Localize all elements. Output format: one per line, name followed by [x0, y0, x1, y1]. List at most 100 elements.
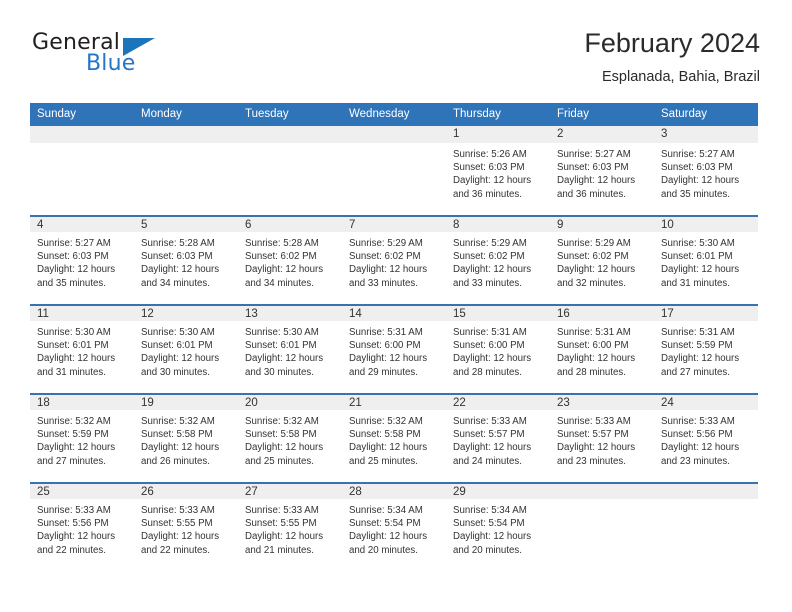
calendar-day-cell[interactable]: 18 Sunrise: 5:32 AM Sunset: 5:59 PM Dayli… [30, 393, 134, 482]
calendar-day-cell[interactable]: 10 Sunrise: 5:30 AM Sunset: 6:01 PM Dayli… [654, 215, 758, 304]
day-cell-inner: 16 Sunrise: 5:31 AM Sunset: 6:00 PM Dayli… [550, 304, 654, 393]
location-subtitle: Esplanada, Bahia, Brazil [602, 69, 760, 85]
calendar-day-cell[interactable]: 8 Sunrise: 5:29 AM Sunset: 6:02 PM Daylig… [446, 215, 550, 304]
calendar-day-cell[interactable]: 28 Sunrise: 5:34 AM Sunset: 5:54 PM Dayli… [342, 482, 446, 571]
day-cell-inner [654, 482, 758, 571]
day-number [654, 482, 758, 499]
calendar-day-cell[interactable]: 27 Sunrise: 5:33 AM Sunset: 5:55 PM Dayli… [238, 482, 342, 571]
brand-logo[interactable]: General Blue [30, 30, 230, 86]
calendar-day-cell[interactable]: 29 Sunrise: 5:34 AM Sunset: 5:54 PM Dayli… [446, 482, 550, 571]
calendar-day-cell[interactable]: 2 Sunrise: 5:27 AM Sunset: 6:03 PM Daylig… [550, 126, 654, 215]
calendar-day-cell[interactable]: 21 Sunrise: 5:32 AM Sunset: 5:58 PM Dayli… [342, 393, 446, 482]
day-number: 17 [654, 304, 758, 321]
day-cell-inner: 5 Sunrise: 5:28 AM Sunset: 6:03 PM Daylig… [134, 215, 238, 304]
day-number [30, 126, 134, 143]
sun-times-info: Sunrise: 5:30 AM Sunset: 6:01 PM Dayligh… [661, 238, 740, 289]
day-cell-inner: 15 Sunrise: 5:31 AM Sunset: 6:00 PM Dayli… [446, 304, 550, 393]
calendar-day-cell[interactable]: 9 Sunrise: 5:29 AM Sunset: 6:02 PM Daylig… [550, 215, 654, 304]
day-number: 21 [342, 393, 446, 410]
day-number [134, 126, 238, 143]
calendar-day-cell[interactable]: 22 Sunrise: 5:33 AM Sunset: 5:57 PM Dayli… [446, 393, 550, 482]
calendar-day-cell[interactable]: 16 Sunrise: 5:31 AM Sunset: 6:00 PM Dayli… [550, 304, 654, 393]
weekday-header-sunday: Sunday [30, 103, 134, 126]
calendar-day-cell[interactable]: 1 Sunrise: 5:26 AM Sunset: 6:03 PM Daylig… [446, 126, 550, 215]
calendar-day-cell[interactable]: 15 Sunrise: 5:31 AM Sunset: 6:00 PM Dayli… [446, 304, 550, 393]
calendar-week-row: 4 Sunrise: 5:27 AM Sunset: 6:03 PM Daylig… [30, 215, 758, 304]
calendar-day-cell[interactable]: 23 Sunrise: 5:33 AM Sunset: 5:57 PM Dayli… [550, 393, 654, 482]
calendar-day-cell[interactable]: 4 Sunrise: 5:27 AM Sunset: 6:03 PM Daylig… [30, 215, 134, 304]
calendar-day-cell[interactable]: 14 Sunrise: 5:31 AM Sunset: 6:00 PM Dayli… [342, 304, 446, 393]
sun-times-info: Sunrise: 5:29 AM Sunset: 6:02 PM Dayligh… [557, 238, 636, 289]
day-number: 20 [238, 393, 342, 410]
day-number: 15 [446, 304, 550, 321]
day-number: 28 [342, 482, 446, 499]
day-cell-inner: 21 Sunrise: 5:32 AM Sunset: 5:58 PM Dayli… [342, 393, 446, 482]
day-cell-inner: 12 Sunrise: 5:30 AM Sunset: 6:01 PM Dayli… [134, 304, 238, 393]
day-cell-inner: 26 Sunrise: 5:33 AM Sunset: 5:55 PM Dayli… [134, 482, 238, 571]
sun-times-info: Sunrise: 5:31 AM Sunset: 6:00 PM Dayligh… [349, 327, 428, 378]
calendar-week-row: 11 Sunrise: 5:30 AM Sunset: 6:01 PM Dayli… [30, 304, 758, 393]
calendar-day-cell[interactable]: 7 Sunrise: 5:29 AM Sunset: 6:02 PM Daylig… [342, 215, 446, 304]
sun-times-info: Sunrise: 5:31 AM Sunset: 5:59 PM Dayligh… [661, 327, 740, 378]
calendar-day-cell[interactable]: 25 Sunrise: 5:33 AM Sunset: 5:56 PM Dayli… [30, 482, 134, 571]
day-cell-inner: 29 Sunrise: 5:34 AM Sunset: 5:54 PM Dayli… [446, 482, 550, 571]
calendar-day-cell[interactable]: 5 Sunrise: 5:28 AM Sunset: 6:03 PM Daylig… [134, 215, 238, 304]
day-cell-inner: 6 Sunrise: 5:28 AM Sunset: 6:02 PM Daylig… [238, 215, 342, 304]
calendar-day-cell[interactable]: 3 Sunrise: 5:27 AM Sunset: 6:03 PM Daylig… [654, 126, 758, 215]
sun-times-info: Sunrise: 5:27 AM Sunset: 6:03 PM Dayligh… [661, 149, 740, 200]
day-cell-inner [134, 126, 238, 215]
day-cell-inner: 14 Sunrise: 5:31 AM Sunset: 6:00 PM Dayli… [342, 304, 446, 393]
day-number: 14 [342, 304, 446, 321]
day-cell-inner [342, 126, 446, 215]
weekday-header-wednesday: Wednesday [342, 103, 446, 126]
calendar-day-cell[interactable]: 13 Sunrise: 5:30 AM Sunset: 6:01 PM Dayli… [238, 304, 342, 393]
sun-times-info: Sunrise: 5:31 AM Sunset: 6:00 PM Dayligh… [557, 327, 636, 378]
brand-name-blue: Blue [86, 51, 136, 76]
day-cell-inner: 1 Sunrise: 5:26 AM Sunset: 6:03 PM Daylig… [446, 126, 550, 215]
calendar-day-cell[interactable]: 11 Sunrise: 5:30 AM Sunset: 6:01 PM Dayli… [30, 304, 134, 393]
day-number: 16 [550, 304, 654, 321]
sun-times-info: Sunrise: 5:29 AM Sunset: 6:02 PM Dayligh… [349, 238, 428, 289]
sun-times-info: Sunrise: 5:32 AM Sunset: 5:58 PM Dayligh… [141, 416, 220, 467]
day-number: 7 [342, 215, 446, 232]
weekday-header-tuesday: Tuesday [238, 103, 342, 126]
sun-times-info: Sunrise: 5:30 AM Sunset: 6:01 PM Dayligh… [141, 327, 220, 378]
day-cell-inner: 7 Sunrise: 5:29 AM Sunset: 6:02 PM Daylig… [342, 215, 446, 304]
sun-times-info: Sunrise: 5:29 AM Sunset: 6:02 PM Dayligh… [453, 238, 532, 289]
day-number: 22 [446, 393, 550, 410]
sun-times-info: Sunrise: 5:33 AM Sunset: 5:56 PM Dayligh… [37, 505, 116, 556]
calendar-day-cell[interactable]: 19 Sunrise: 5:32 AM Sunset: 5:58 PM Dayli… [134, 393, 238, 482]
day-cell-inner [238, 126, 342, 215]
sun-times-info: Sunrise: 5:27 AM Sunset: 6:03 PM Dayligh… [557, 149, 636, 200]
day-cell-inner: 3 Sunrise: 5:27 AM Sunset: 6:03 PM Daylig… [654, 126, 758, 215]
day-number: 10 [654, 215, 758, 232]
calendar-day-cell[interactable]: 17 Sunrise: 5:31 AM Sunset: 5:59 PM Dayli… [654, 304, 758, 393]
calendar-week-row: 1 Sunrise: 5:26 AM Sunset: 6:03 PM Daylig… [30, 126, 758, 215]
day-number: 18 [30, 393, 134, 410]
day-cell-inner [30, 126, 134, 215]
day-number: 9 [550, 215, 654, 232]
day-cell-inner: 18 Sunrise: 5:32 AM Sunset: 5:59 PM Dayli… [30, 393, 134, 482]
sun-times-info: Sunrise: 5:27 AM Sunset: 6:03 PM Dayligh… [37, 238, 116, 289]
calendar-page: General Blue February 2024 Esplanada, Ba… [0, 0, 792, 612]
day-number [550, 482, 654, 499]
day-number: 11 [30, 304, 134, 321]
sun-times-info: Sunrise: 5:34 AM Sunset: 5:54 PM Dayligh… [453, 505, 532, 556]
calendar-day-cell[interactable]: 24 Sunrise: 5:33 AM Sunset: 5:56 PM Dayli… [654, 393, 758, 482]
calendar-cell-empty [30, 126, 134, 215]
calendar-day-cell[interactable]: 20 Sunrise: 5:32 AM Sunset: 5:58 PM Dayli… [238, 393, 342, 482]
day-number: 13 [238, 304, 342, 321]
day-number: 8 [446, 215, 550, 232]
calendar-day-cell[interactable]: 26 Sunrise: 5:33 AM Sunset: 5:55 PM Dayli… [134, 482, 238, 571]
weekday-header-friday: Friday [550, 103, 654, 126]
day-number: 29 [446, 482, 550, 499]
calendar-day-cell[interactable]: 6 Sunrise: 5:28 AM Sunset: 6:02 PM Daylig… [238, 215, 342, 304]
calendar-day-cell[interactable]: 12 Sunrise: 5:30 AM Sunset: 6:01 PM Dayli… [134, 304, 238, 393]
day-cell-inner: 25 Sunrise: 5:33 AM Sunset: 5:56 PM Dayli… [30, 482, 134, 571]
sun-times-info: Sunrise: 5:32 AM Sunset: 5:58 PM Dayligh… [245, 416, 324, 467]
sun-times-info: Sunrise: 5:32 AM Sunset: 5:59 PM Dayligh… [37, 416, 116, 467]
calendar-cell-empty [550, 482, 654, 571]
day-number: 5 [134, 215, 238, 232]
day-cell-inner: 19 Sunrise: 5:32 AM Sunset: 5:58 PM Dayli… [134, 393, 238, 482]
day-cell-inner: 9 Sunrise: 5:29 AM Sunset: 6:02 PM Daylig… [550, 215, 654, 304]
